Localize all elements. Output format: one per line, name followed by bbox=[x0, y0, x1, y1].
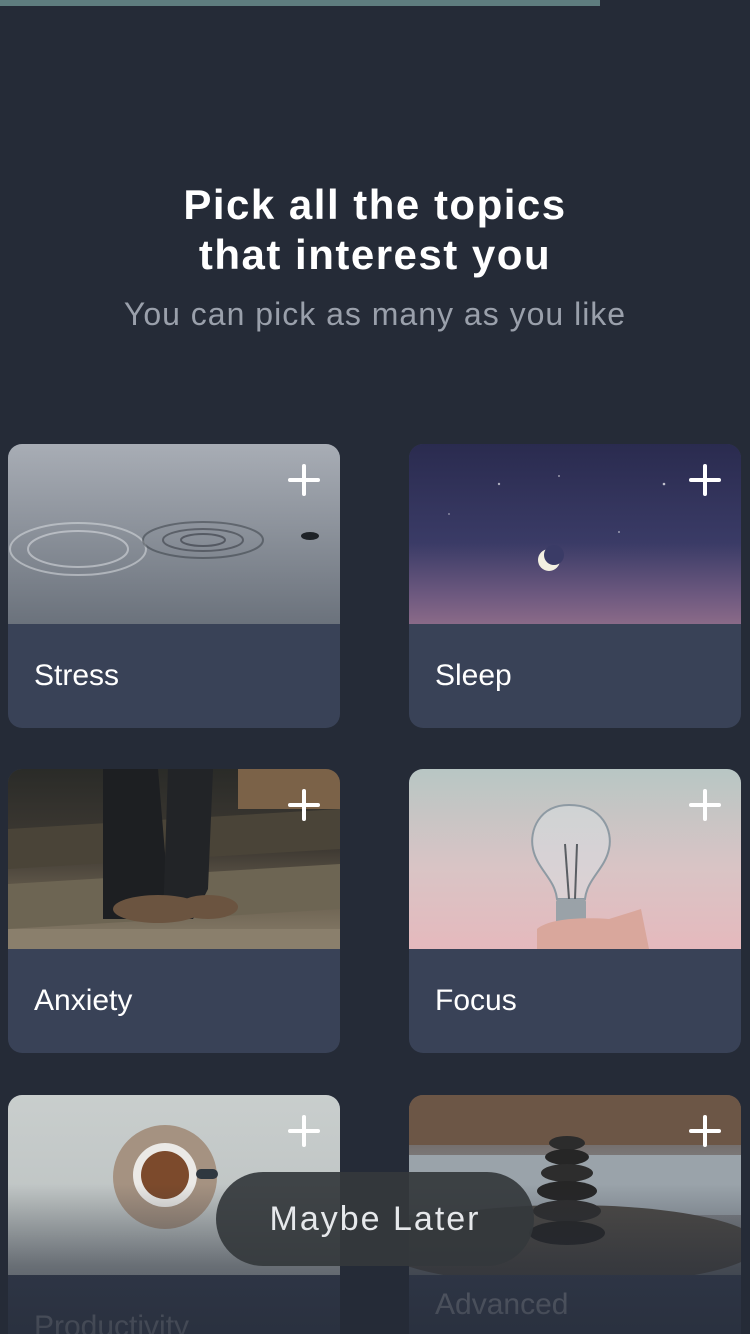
progress-fill bbox=[0, 0, 600, 6]
advanced-add-plus-icon[interactable] bbox=[689, 1115, 721, 1147]
topic-picker-screen: Pick all the topics that interest you Yo… bbox=[0, 0, 750, 1334]
progress-bar bbox=[0, 0, 750, 6]
page-title: Pick all the topics that interest you bbox=[0, 180, 750, 280]
topic-card-label: Sleep bbox=[435, 659, 512, 692]
topic-card-label: Advanced bbox=[435, 1288, 569, 1321]
topic-card-label: Anxiety bbox=[34, 984, 133, 1017]
focus-add-plus-icon[interactable] bbox=[689, 789, 721, 821]
sleep-add-plus-icon[interactable] bbox=[689, 464, 721, 496]
topic-card-label: Productivity bbox=[34, 1310, 190, 1334]
maybe-later-button[interactable]: Maybe Later bbox=[216, 1172, 534, 1266]
topic-card-focus[interactable]: Focus bbox=[409, 769, 741, 1053]
productivity-add-plus-icon[interactable] bbox=[288, 1115, 320, 1147]
page-subtitle: You can pick as many as you like bbox=[123, 296, 627, 332]
topic-card-label: Focus bbox=[435, 984, 517, 1017]
page-title-line2: that interest you bbox=[198, 231, 552, 278]
anxiety-add-plus-icon[interactable] bbox=[288, 789, 320, 821]
topic-card-label: Stress bbox=[34, 659, 120, 692]
stress-add-plus-icon[interactable] bbox=[288, 464, 320, 496]
topic-card-stress[interactable]: Stress bbox=[8, 444, 340, 728]
topic-card-sleep[interactable]: Sleep bbox=[409, 444, 741, 728]
topic-card-anxiety[interactable]: Anxiety bbox=[8, 769, 340, 1053]
page-title-line1: Pick all the topics bbox=[183, 181, 567, 228]
